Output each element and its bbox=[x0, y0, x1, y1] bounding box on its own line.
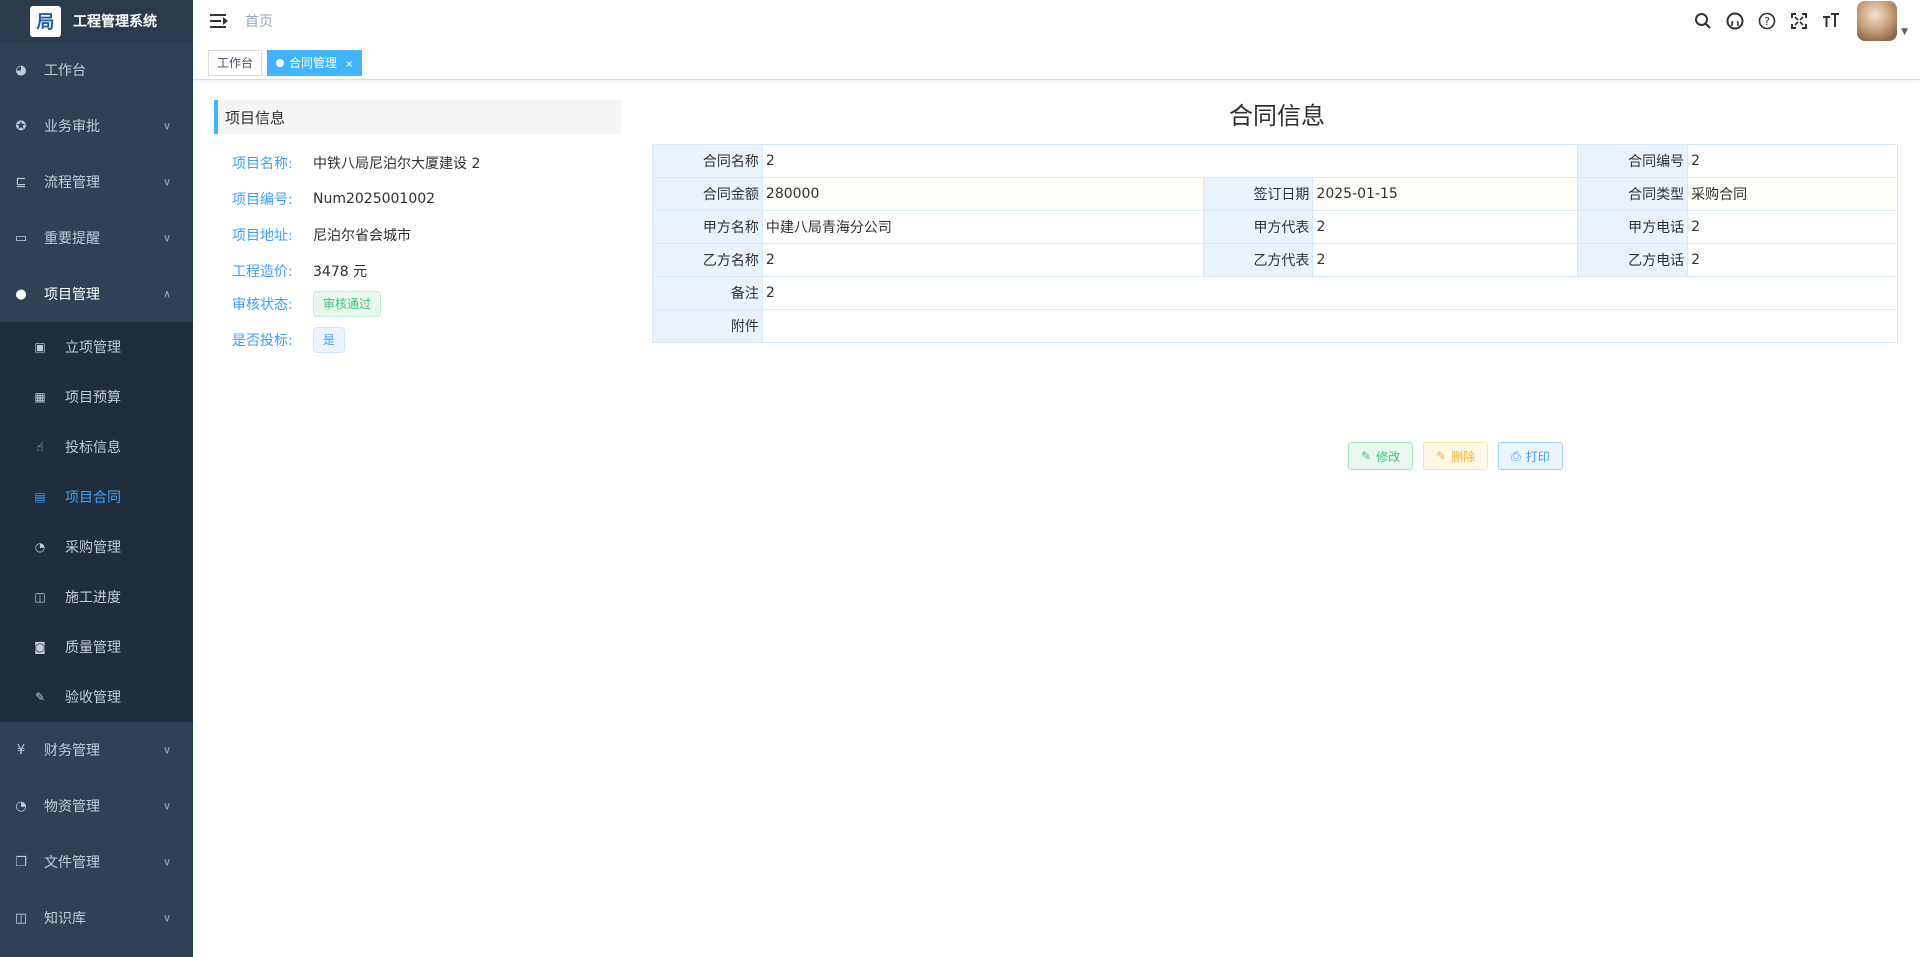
monitor-icon: ▣ bbox=[34, 340, 46, 354]
sidebar-item-contract[interactable]: ▤ 项目合同 bbox=[0, 472, 193, 522]
chevron-down-icon: ∨ bbox=[162, 119, 171, 133]
table-row: 附件 bbox=[652, 309, 1899, 343]
breadcrumb[interactable]: 首页 bbox=[245, 11, 273, 31]
globe-icon: ● bbox=[15, 286, 27, 302]
flow-icon: ⊑ bbox=[15, 174, 27, 190]
active-dot-icon bbox=[276, 59, 284, 67]
navbar-actions: ? ▼ bbox=[1687, 0, 1908, 42]
sidebar-item-purchase[interactable]: ◔ 采购管理 bbox=[0, 522, 193, 572]
tag-contract-management[interactable]: 合同管理 × bbox=[267, 50, 363, 76]
sidebar-item-acceptance[interactable]: ✎ 验收管理 bbox=[0, 672, 193, 722]
tags-view: 工作台 合同管理 × bbox=[193, 46, 1920, 80]
github-icon[interactable] bbox=[1724, 10, 1746, 32]
sidebar-item-initiation[interactable]: ▣ 立项管理 bbox=[0, 322, 193, 372]
book-icon: ◫ bbox=[14, 910, 28, 926]
search-icon[interactable] bbox=[1692, 10, 1714, 32]
bid-badge: 是 bbox=[313, 327, 346, 353]
yen-icon: ¥ bbox=[16, 742, 26, 758]
files-icon: ❐ bbox=[15, 854, 27, 870]
sidebar-item-finance[interactable]: ¥ 财务管理 ∨ bbox=[0, 722, 193, 778]
sidebar-item-progress[interactable]: ◫ 施工进度 bbox=[0, 572, 193, 622]
info-row-bid: 是否投标: 是 bbox=[232, 327, 346, 353]
contract-title: 合同信息 bbox=[1229, 102, 1325, 130]
help-icon[interactable]: ? bbox=[1756, 10, 1778, 32]
chevron-down-icon: ∨ bbox=[162, 799, 171, 813]
chevron-down-icon: ∨ bbox=[162, 743, 171, 757]
chevron-up-icon: ∧ bbox=[162, 287, 171, 301]
table-row: 甲方名称 中建八局青海分公司 甲方代表 2 甲方电话 2 bbox=[652, 210, 1898, 244]
sidebar: 局 工程管理系统 ◕ 工作台 ✪ 业务审批 ∨ ⊑ 流程管理 ∨ ▭ 重要提醒 … bbox=[0, 0, 193, 957]
sidebar-item-knowledge[interactable]: ◫ 知识库 ∨ bbox=[0, 890, 193, 946]
close-icon[interactable]: × bbox=[345, 59, 353, 70]
chevron-down-icon: ∨ bbox=[162, 231, 171, 245]
sidebar-item-files[interactable]: ❐ 文件管理 ∨ bbox=[0, 834, 193, 890]
sidebar-item-quality[interactable]: ◙ 质量管理 bbox=[0, 622, 193, 672]
hamburger-icon[interactable] bbox=[210, 11, 230, 31]
table-icon: ▦ bbox=[34, 390, 46, 404]
edit-icon: ✎ bbox=[1436, 449, 1447, 463]
sidebar-item-reminder[interactable]: ▭ 重要提醒 ∨ bbox=[0, 210, 193, 266]
font-size-icon[interactable] bbox=[1820, 10, 1842, 32]
printer-icon: ⎙ bbox=[1511, 448, 1521, 463]
hand-icon: ☝ bbox=[36, 440, 44, 454]
edit-icon: ✎ bbox=[1361, 449, 1372, 463]
table-row: 合同名称 2 合同编号 2 bbox=[652, 144, 1898, 178]
document-icon: ▤ bbox=[34, 490, 46, 504]
print-button[interactable]: ⎙ 打印 bbox=[1498, 442, 1563, 470]
info-row-address: 项目地址: 尼泊尔省会城市 bbox=[232, 228, 411, 244]
tag-workbench[interactable]: 工作台 bbox=[208, 50, 263, 76]
chevron-down-icon: ∨ bbox=[162, 175, 171, 189]
table-row: 合同金额 280000 签订日期 2025-01-15 合同类型 采购合同 bbox=[652, 177, 1898, 211]
sidebar-item-project[interactable]: ● 项目管理 ∧ bbox=[0, 266, 193, 322]
sidebar-item-materials[interactable]: ◔ 物资管理 ∨ bbox=[0, 778, 193, 834]
table-row: 乙方名称 2 乙方代表 2 乙方电话 2 bbox=[652, 243, 1898, 277]
sidebar-item-bid[interactable]: ☝ 投标信息 bbox=[0, 422, 193, 472]
chevron-down-icon: ∨ bbox=[162, 855, 171, 869]
project-info-panel: 项目信息 项目名称: 中铁八局尼泊尔大厦建设 2 项目编号: Num202500… bbox=[214, 100, 621, 353]
sidebar-item-approval[interactable]: ✪ 业务审批 ∨ bbox=[0, 98, 193, 154]
fullscreen-icon[interactable] bbox=[1788, 10, 1810, 32]
panel-title: 项目信息 bbox=[214, 100, 621, 134]
delete-button[interactable]: ✎ 删除 bbox=[1423, 442, 1489, 470]
logo-icon: 局 bbox=[30, 5, 61, 37]
sidebar-item-budget[interactable]: ▦ 项目预算 bbox=[0, 372, 193, 422]
table-row: 备注 2 bbox=[652, 276, 1899, 310]
navbar: 首页 ? ▼ bbox=[193, 0, 1920, 42]
info-row-code: 项目编号: Num2025001002 bbox=[232, 191, 436, 208]
sidebar-item-flow[interactable]: ⊑ 流程管理 ∨ bbox=[0, 154, 193, 210]
chevron-down-icon: ∨ bbox=[162, 911, 171, 925]
sidebar-item-workbench[interactable]: ◕ 工作台 bbox=[0, 42, 193, 98]
edit-icon: ✎ bbox=[34, 690, 46, 704]
avatar[interactable] bbox=[1857, 1, 1898, 41]
palette-icon: ◔ bbox=[34, 540, 46, 554]
quality-icon: ◙ bbox=[34, 640, 46, 654]
approval-icon: ✪ bbox=[15, 118, 27, 134]
contract-table: 合同名称 2 合同编号 2 合同金额 280000 签订日期 2025-01-1… bbox=[652, 144, 1899, 343]
svg-text:?: ? bbox=[1764, 15, 1770, 28]
info-row-name: 项目名称: 中铁八局尼泊尔大厦建设 2 bbox=[232, 156, 481, 172]
dashboard-icon: ◕ bbox=[15, 62, 27, 78]
edit-button[interactable]: ✎ 修改 bbox=[1348, 442, 1414, 470]
project-submenu: ▣ 立项管理 ▦ 项目预算 ☝ 投标信息 ▤ 项目合同 ◔ 采购管理 ◫ 施工进… bbox=[0, 322, 193, 722]
contract-info-panel: 合同信息 合同名称 2 合同编号 2 合同金额 280000 签订日期 2025… bbox=[652, 98, 1899, 343]
columns-icon: ◫ bbox=[34, 590, 46, 604]
status-badge: 审核通过 bbox=[313, 291, 382, 317]
calendar-icon: ▭ bbox=[14, 230, 28, 246]
app-title: 工程管理系统 bbox=[73, 14, 157, 30]
info-row-cost: 工程造价: 3478 元 bbox=[232, 264, 368, 280]
caret-down-icon[interactable]: ▼ bbox=[1901, 27, 1908, 37]
logo-area[interactable]: 局 工程管理系统 bbox=[0, 0, 193, 42]
main-content: 项目信息 项目名称: 中铁八局尼泊尔大厦建设 2 项目编号: Num202500… bbox=[193, 81, 1920, 957]
info-row-audit: 审核状态: 审核通过 bbox=[232, 291, 382, 317]
palette-icon: ◔ bbox=[15, 798, 27, 814]
attachment-cell[interactable] bbox=[761, 309, 1899, 343]
action-buttons: ✎ 修改 ✎ 删除 ⎙ 打印 bbox=[1348, 442, 1573, 470]
